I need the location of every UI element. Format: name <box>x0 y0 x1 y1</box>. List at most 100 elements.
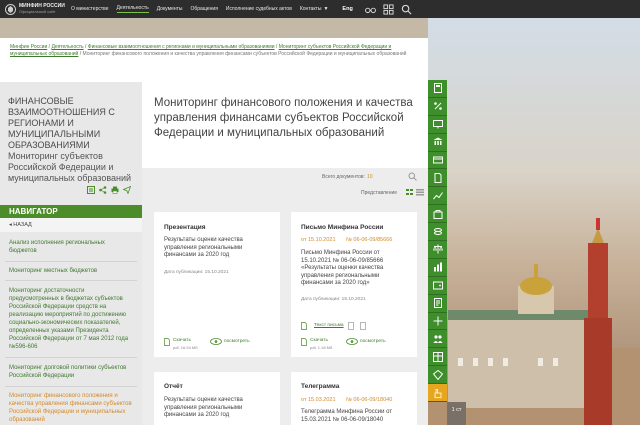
nav-back-button[interactable]: ◂ НАЗАД <box>0 218 142 232</box>
logo-subtitle: Официальный сайт <box>19 9 56 14</box>
sidebar-link-debt-policy[interactable]: Мониторинг долговой политики субъектов Р… <box>0 364 142 380</box>
search-icon[interactable] <box>408 172 417 181</box>
file-size: pdf, 16.54 Мб <box>173 345 198 350</box>
divider <box>5 386 137 387</box>
divider <box>5 280 137 281</box>
breadcrumb-item-regions[interactable]: Финансовые взаимоотношения с регионами и… <box>88 44 275 50</box>
monitor-icon[interactable] <box>428 115 447 134</box>
search-icon[interactable] <box>401 4 412 15</box>
divider <box>5 357 137 358</box>
page-title: Мониторинг финансового положения и качес… <box>154 97 413 139</box>
card-text: Результаты оценки качества управления ре… <box>164 237 243 258</box>
navigator-header: НАВИГАТОР <box>0 205 142 218</box>
card-type: Письмо Минфина России <box>301 224 384 231</box>
sidebar-subtitle: Мониторинг субъектов Российской Федераци… <box>8 151 132 183</box>
file-size: pdf, 1.18 Мб <box>310 345 333 350</box>
breadcrumb-separator: / <box>79 51 82 57</box>
site-logo[interactable]: МИНФИН РОССИИ Официальный сайт <box>5 3 65 15</box>
document-card[interactable] <box>154 212 280 357</box>
pdf-icon[interactable] <box>301 338 307 346</box>
bank-icon[interactable] <box>428 133 447 152</box>
share-icon[interactable] <box>99 186 107 194</box>
sidebar-tools <box>87 186 135 194</box>
view-link[interactable]: посмотреть <box>360 339 386 344</box>
card-meta-number: № 06-06-09/18040 <box>346 397 393 403</box>
bag-icon[interactable] <box>428 205 447 224</box>
card-date: Дата публикации: 15.10.2021 <box>301 297 366 302</box>
page-badge[interactable]: 1 ст <box>447 402 466 425</box>
percent-icon[interactable] <box>428 97 447 116</box>
card-meta-date: от 15.10.2021 <box>301 237 336 243</box>
view-label: Представление <box>361 190 398 196</box>
calculator-icon[interactable] <box>428 80 447 98</box>
nav-back-label: НАЗАД <box>13 222 32 228</box>
card-icon[interactable] <box>428 151 447 170</box>
menu-item-documents[interactable]: Документы <box>157 6 183 12</box>
document-icon[interactable] <box>301 322 307 330</box>
documents-count: Всего документов: 10 <box>322 174 373 180</box>
quick-links-strip <box>428 80 447 403</box>
card-type: Телеграмма <box>301 383 340 390</box>
card-meta-number: № 06-06-09/85666 <box>346 237 393 243</box>
menu-item-appeals[interactable]: Обращения <box>191 6 218 12</box>
sitemap-icon[interactable] <box>87 186 95 194</box>
card-date: Дата публикации: 15.10.2021 <box>164 270 229 275</box>
download-link[interactable]: Скачать <box>173 338 191 343</box>
grid-icon[interactable] <box>383 3 394 15</box>
menu-item-court-acts[interactable]: Исполнение судебных актов <box>226 6 292 12</box>
menu-item-about[interactable]: О министерстве <box>71 6 109 12</box>
menu-item-activity[interactable]: Деятельность <box>116 5 149 13</box>
main-menu: О министерстве Деятельность Документы Об… <box>71 5 336 13</box>
eye-icon[interactable] <box>346 338 358 345</box>
diamond-icon[interactable] <box>428 366 447 385</box>
coins-icon[interactable] <box>428 223 447 242</box>
kremlin-background-photo <box>428 18 640 425</box>
sidebar-link-financial-monitoring[interactable]: Мониторинг финансового положения и качес… <box>0 392 142 424</box>
bars-icon[interactable] <box>428 258 447 277</box>
documents-count-value: 10 <box>366 174 373 180</box>
print-icon[interactable] <box>111 186 119 194</box>
download-link[interactable]: Скачать <box>310 338 328 343</box>
eye-icon[interactable] <box>210 338 222 345</box>
emblem-icon <box>5 3 16 15</box>
language-switch[interactable]: Eng <box>342 6 352 12</box>
attachment-icon[interactable] <box>360 322 366 330</box>
top-bar: МИНФИН РОССИИ Официальный сайт О министе… <box>0 0 640 18</box>
card-text: Письмо Минфина России от 15.10.2021 № 06… <box>301 250 384 286</box>
wallet-icon[interactable] <box>428 276 447 295</box>
letter-text-link[interactable]: Текст письма <box>314 323 344 328</box>
card-text: Телеграмма Минфина России от 15.03.2021 … <box>301 409 393 423</box>
sidebar-title: ФИНАНСОВЫЕ ВЗАИМООТНОШЕНИЯ С РЕГИОНАМИ И… <box>8 96 115 150</box>
breadcrumb-item-home[interactable]: Минфин России <box>10 44 47 50</box>
document-icon[interactable] <box>428 169 447 188</box>
divider <box>5 261 137 262</box>
breadcrumb-separator: / <box>48 44 51 50</box>
breadcrumb-item-activity[interactable]: Деятельность <box>51 44 83 50</box>
attachment-icon[interactable] <box>348 322 354 330</box>
view-link[interactable]: посмотреть <box>224 339 250 344</box>
hand-icon[interactable] <box>428 384 447 403</box>
card-type: Презентация <box>164 224 206 231</box>
chart-icon[interactable] <box>428 187 447 206</box>
pdf-icon[interactable] <box>164 338 170 346</box>
documents-count-label: Всего документов: <box>322 174 365 180</box>
view-toggle-icon[interactable] <box>406 188 424 196</box>
breadcrumb-current: Мониторинг финансового положения и качес… <box>82 51 407 57</box>
contract-icon[interactable] <box>428 294 447 313</box>
sidebar-link-budget-analysis[interactable]: Анализ исполнения региональных бюджетов <box>0 239 142 255</box>
arrows-icon[interactable] <box>428 312 447 331</box>
breadcrumb-separator: / <box>85 44 87 50</box>
breadcrumb-separator: / <box>275 44 278 50</box>
breadcrumb: Минфин России / Деятельность / Финансовы… <box>10 44 426 58</box>
card-meta-date: от 15.03.2021 <box>301 397 336 403</box>
chevron-down-icon[interactable]: ▼ <box>323 6 328 12</box>
scales-icon[interactable] <box>428 241 447 259</box>
sidebar-link-local-budgets[interactable]: Мониторинг местных бюджетов <box>0 267 142 275</box>
send-icon[interactable] <box>123 186 131 194</box>
table-icon[interactable] <box>428 348 447 367</box>
people-icon[interactable] <box>428 330 447 349</box>
menu-item-contacts[interactable]: Контакты <box>300 6 322 12</box>
sidebar-link-presidential-decrees[interactable]: Мониторинг достаточности предусмотренных… <box>0 287 142 351</box>
glasses-icon[interactable] <box>364 4 376 15</box>
card-text: Результаты оценки качества управления ре… <box>164 397 243 418</box>
